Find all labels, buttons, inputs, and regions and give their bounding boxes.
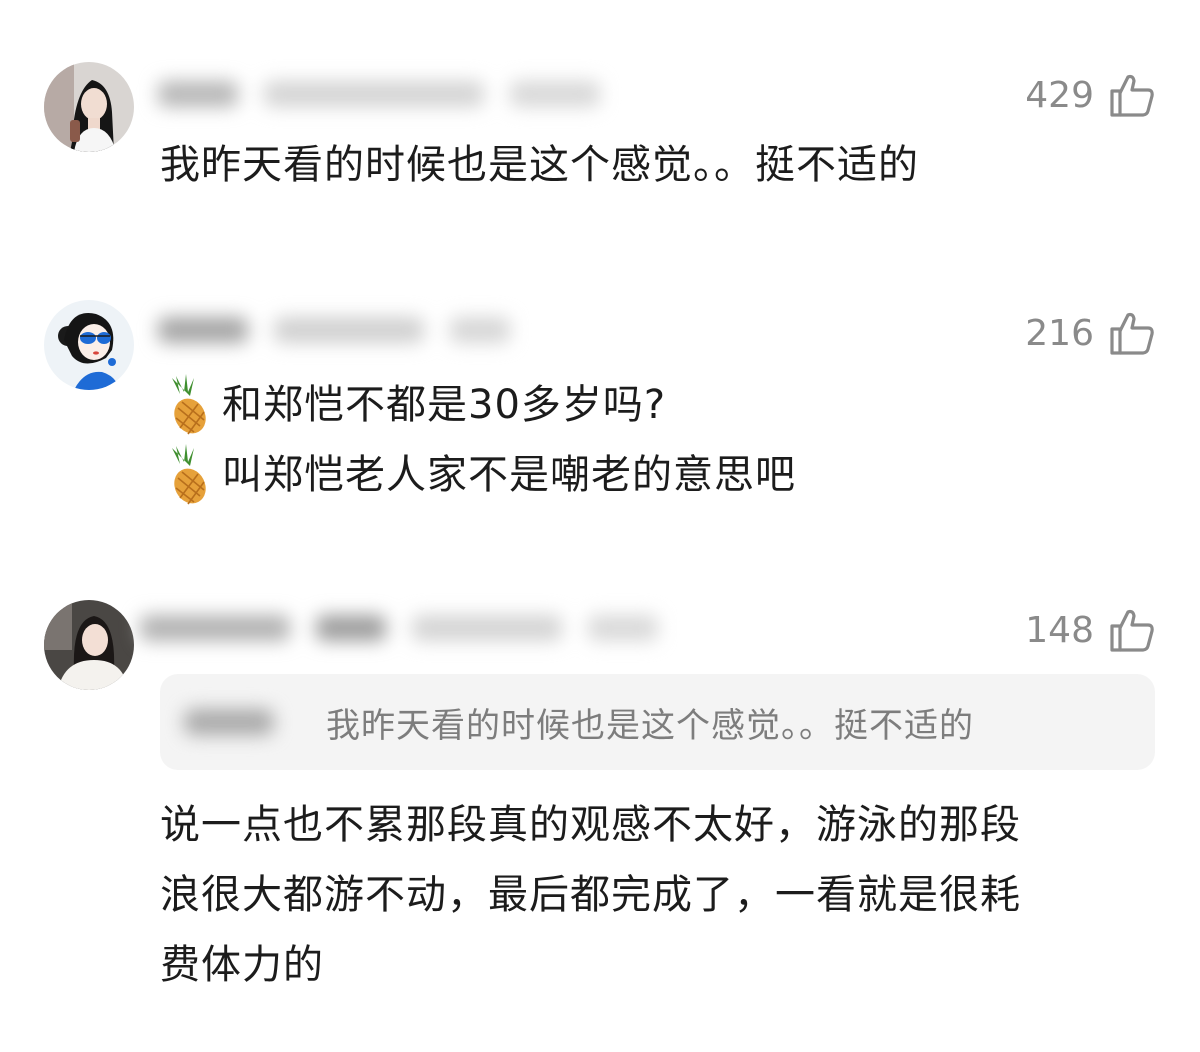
like-button[interactable]: 148	[1025, 605, 1156, 655]
quoted-reply[interactable]: 我昨天看的时候也是这个感觉。。挺不适的	[160, 674, 1155, 770]
like-count: 216	[1025, 312, 1094, 354]
pineapple-icon	[166, 374, 206, 435]
pineapple-icon	[166, 444, 206, 505]
username-blurred	[158, 310, 510, 350]
thumbs-up-icon	[1110, 312, 1154, 355]
avatar-illustration-icon	[44, 300, 134, 390]
comment-text: 说一点也不累那段真的观感不太好，游泳的那段 浪很大都游不动，最后都完成了，一看就…	[160, 790, 1156, 1000]
comment-line: 和郑恺不都是30多岁吗?	[160, 370, 1156, 440]
comment-item: 148 我昨天看的时候也是这个感觉。。挺不适的 说一点也不累那段真的观感不太好，…	[0, 590, 1200, 1050]
quoted-username-blurred	[184, 709, 274, 735]
comment-line: 浪很大都游不动，最后都完成了，一看就是很耗	[160, 872, 1021, 918]
comment-item: 429 我昨天看的时候也是这个感觉。。挺不适的	[0, 0, 1200, 260]
like-count: 429	[1025, 74, 1094, 116]
comment-item: 216 和郑恺不都是30多岁吗? 叫郑恺老人家不是嘲老的意思吧	[0, 280, 1200, 540]
comment-text: 我昨天看的时候也是这个感觉。。挺不适的	[160, 130, 1156, 200]
comment-line: 我昨天看的时候也是这个感觉。。挺不适的	[160, 142, 919, 188]
like-button[interactable]: 216	[1025, 308, 1156, 358]
comment-line: 费体力的	[160, 942, 324, 988]
like-button[interactable]: 429	[1025, 70, 1156, 120]
comment-line-text: 叫郑恺老人家不是嘲老的意思吧	[222, 452, 796, 498]
username-blurred	[158, 74, 600, 114]
avatar[interactable]	[44, 600, 134, 690]
avatar-woman-icon	[44, 62, 134, 152]
avatar[interactable]	[44, 300, 134, 390]
username-blurred	[140, 608, 658, 648]
like-count: 148	[1025, 609, 1094, 651]
avatar-woman-icon	[44, 600, 134, 690]
comment-line: 叫郑恺老人家不是嘲老的意思吧	[160, 440, 1156, 510]
thumbs-up-icon	[1110, 74, 1154, 117]
comment-text: 和郑恺不都是30多岁吗? 叫郑恺老人家不是嘲老的意思吧	[160, 370, 1156, 510]
quoted-text: 我昨天看的时候也是这个感觉。。挺不适的	[326, 705, 974, 746]
comment-line-text: 和郑恺不都是30多岁吗?	[222, 382, 667, 428]
thumbs-up-icon	[1110, 609, 1154, 652]
comment-line: 说一点也不累那段真的观感不太好，游泳的那段	[160, 802, 1021, 848]
avatar[interactable]	[44, 62, 134, 152]
